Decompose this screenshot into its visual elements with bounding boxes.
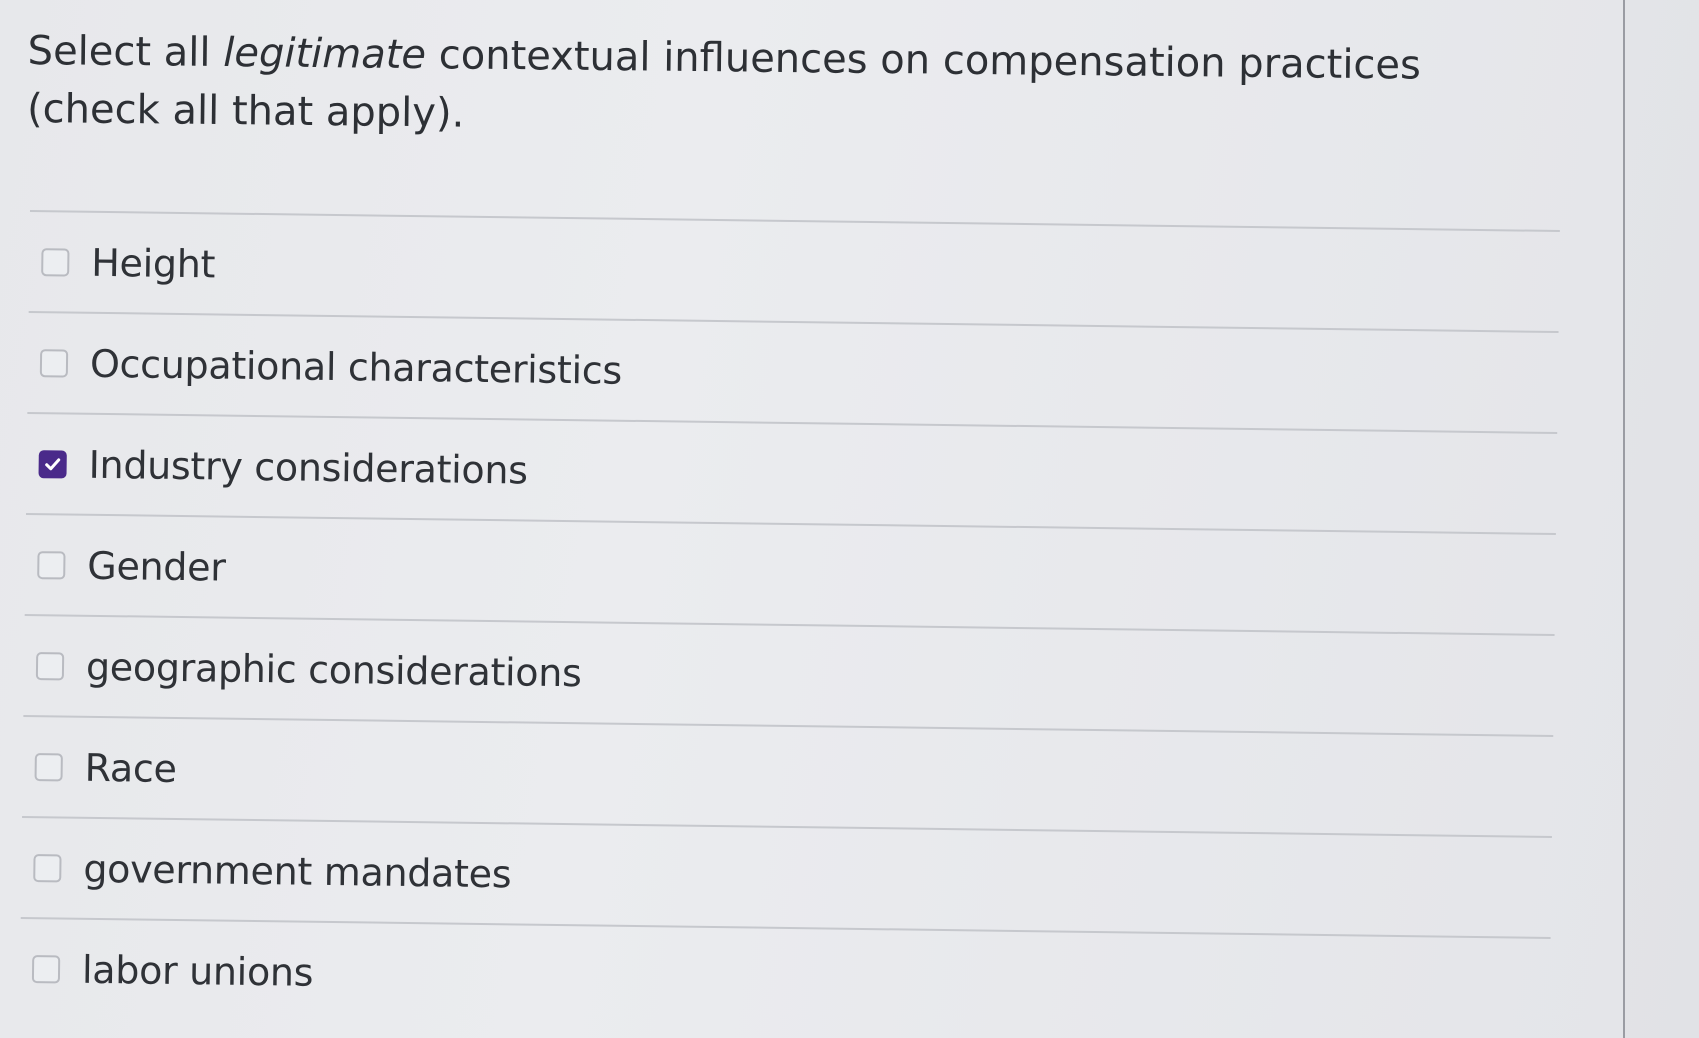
options-list: Height Occupational characteristics Indu… (19, 210, 1569, 1038)
option-label: Height (91, 240, 216, 286)
checkbox[interactable] (33, 853, 62, 882)
question-text: Select all legitimate contextual influen… (27, 22, 1548, 154)
option-label: Race (84, 745, 177, 791)
option-label: Occupational characteristics (89, 341, 623, 393)
checkbox[interactable] (31, 954, 61, 983)
checkbox[interactable] (34, 752, 63, 781)
option-labor-unions[interactable]: labor unions (19, 919, 1560, 1038)
option-label: geographic considerations (85, 644, 582, 695)
checkbox[interactable] (37, 550, 66, 579)
question-panel: Select all legitimate contextual influen… (0, 0, 1625, 1038)
checkbox[interactable] (39, 348, 69, 378)
screen: Select all legitimate contextual influen… (0, 0, 1699, 1038)
checkbox-checked[interactable] (38, 449, 67, 479)
checkbox[interactable] (35, 651, 65, 680)
option-label: government mandates (83, 846, 512, 896)
checkbox[interactable] (41, 247, 70, 277)
option-label: Industry considerations (88, 442, 528, 493)
question-text-before: Select all (27, 27, 224, 77)
question-emphasis: legitimate (223, 30, 427, 79)
option-label: Gender (87, 543, 226, 590)
checkmark-icon (45, 457, 61, 470)
option-label: labor unions (81, 947, 314, 995)
